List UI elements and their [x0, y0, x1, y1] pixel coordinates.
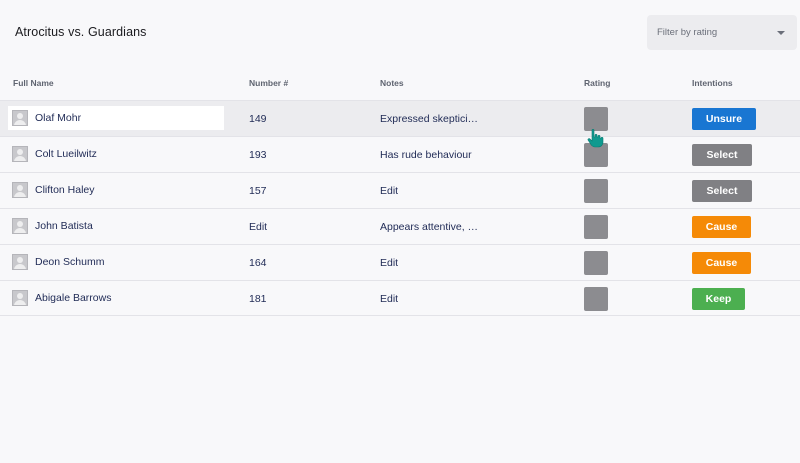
name-cell[interactable]: Deon Schumm	[8, 250, 224, 274]
filter-by-rating-select[interactable]: Filter by rating	[647, 15, 797, 50]
avatar-icon	[12, 218, 28, 234]
name-cell[interactable]: John Batista	[8, 214, 224, 238]
full-name: Colt Lueilwitz	[35, 148, 97, 160]
notes-cell[interactable]: Edit	[380, 281, 398, 316]
header-intentions: Intentions	[692, 78, 733, 88]
table-header: Full Name Number # Notes Rating Intentio…	[0, 75, 800, 91]
rating-button[interactable]	[584, 106, 608, 131]
intention-button[interactable]: Cause	[692, 215, 751, 238]
name-cell[interactable]: Olaf Mohr	[8, 106, 224, 130]
intention-button[interactable]: Select	[692, 179, 752, 202]
avatar-icon	[12, 146, 28, 162]
avatar-icon	[12, 290, 28, 306]
full-name: John Batista	[35, 220, 93, 232]
header-notes: Notes	[380, 78, 404, 88]
filter-label: Filter by rating	[657, 27, 718, 38]
rating-cell	[584, 281, 608, 316]
name-cell[interactable]: Colt Lueilwitz	[8, 142, 224, 166]
intention-button[interactable]: Cause	[692, 251, 751, 274]
rating-button[interactable]	[584, 214, 608, 239]
page: Atrocitus vs. Guardians Filter by rating…	[0, 0, 800, 463]
intention-cell: Cause	[692, 209, 751, 244]
number-cell[interactable]: Edit	[249, 209, 267, 244]
chevron-down-icon	[777, 30, 785, 35]
table-row[interactable]: Olaf Mohr 149 Expressed skeptici… Unsure	[0, 100, 800, 136]
table-row[interactable]: Deon Schumm 164 Edit Cause	[0, 244, 800, 280]
full-name: Clifton Haley	[35, 184, 95, 196]
full-name: Deon Schumm	[35, 256, 105, 268]
rating-cell	[584, 137, 608, 172]
number-cell[interactable]: 164	[249, 245, 267, 280]
table-body: Olaf Mohr 149 Expressed skeptici… Unsure…	[0, 100, 800, 316]
intention-button[interactable]: Keep	[692, 287, 745, 310]
name-cell[interactable]: Abigale Barrows	[8, 286, 224, 310]
full-name: Abigale Barrows	[35, 292, 112, 304]
notes-cell[interactable]: Appears attentive, …	[380, 209, 478, 244]
rating-button[interactable]	[584, 142, 608, 167]
table-row[interactable]: Colt Lueilwitz 193 Has rude behaviour Se…	[0, 136, 800, 172]
table-row[interactable]: Clifton Haley 157 Edit Select	[0, 172, 800, 208]
avatar-icon	[12, 110, 28, 126]
intention-cell: Select	[692, 173, 752, 208]
rating-button[interactable]	[584, 178, 608, 203]
full-name: Olaf Mohr	[35, 112, 82, 124]
name-cell[interactable]: Clifton Haley	[8, 178, 224, 202]
table-row[interactable]: John Batista Edit Appears attentive, … C…	[0, 208, 800, 244]
notes-cell[interactable]: Edit	[380, 173, 398, 208]
header-number: Number #	[249, 78, 289, 88]
intention-cell: Select	[692, 137, 752, 172]
avatar-icon	[12, 182, 28, 198]
intention-button[interactable]: Unsure	[692, 107, 756, 130]
rating-cell	[584, 245, 608, 280]
notes-cell[interactable]: Expressed skeptici…	[380, 101, 478, 136]
rating-cell	[584, 173, 608, 208]
number-cell[interactable]: 157	[249, 173, 267, 208]
header-full-name: Full Name	[13, 78, 54, 88]
notes-cell[interactable]: Edit	[380, 245, 398, 280]
table-row[interactable]: Abigale Barrows 181 Edit Keep	[0, 280, 800, 316]
rating-button[interactable]	[584, 250, 608, 275]
intention-cell: Keep	[692, 281, 745, 316]
number-cell[interactable]: 149	[249, 101, 267, 136]
intention-cell: Unsure	[692, 101, 756, 136]
intention-button[interactable]: Select	[692, 143, 752, 166]
notes-cell[interactable]: Has rude behaviour	[380, 137, 472, 172]
number-cell[interactable]: 193	[249, 137, 267, 172]
rating-cell	[584, 101, 608, 136]
page-title: Atrocitus vs. Guardians	[15, 25, 147, 39]
intention-cell: Cause	[692, 245, 751, 280]
avatar-icon	[12, 254, 28, 270]
rating-cell	[584, 209, 608, 244]
number-cell[interactable]: 181	[249, 281, 267, 316]
rating-button[interactable]	[584, 286, 608, 311]
header-rating: Rating	[584, 78, 611, 88]
